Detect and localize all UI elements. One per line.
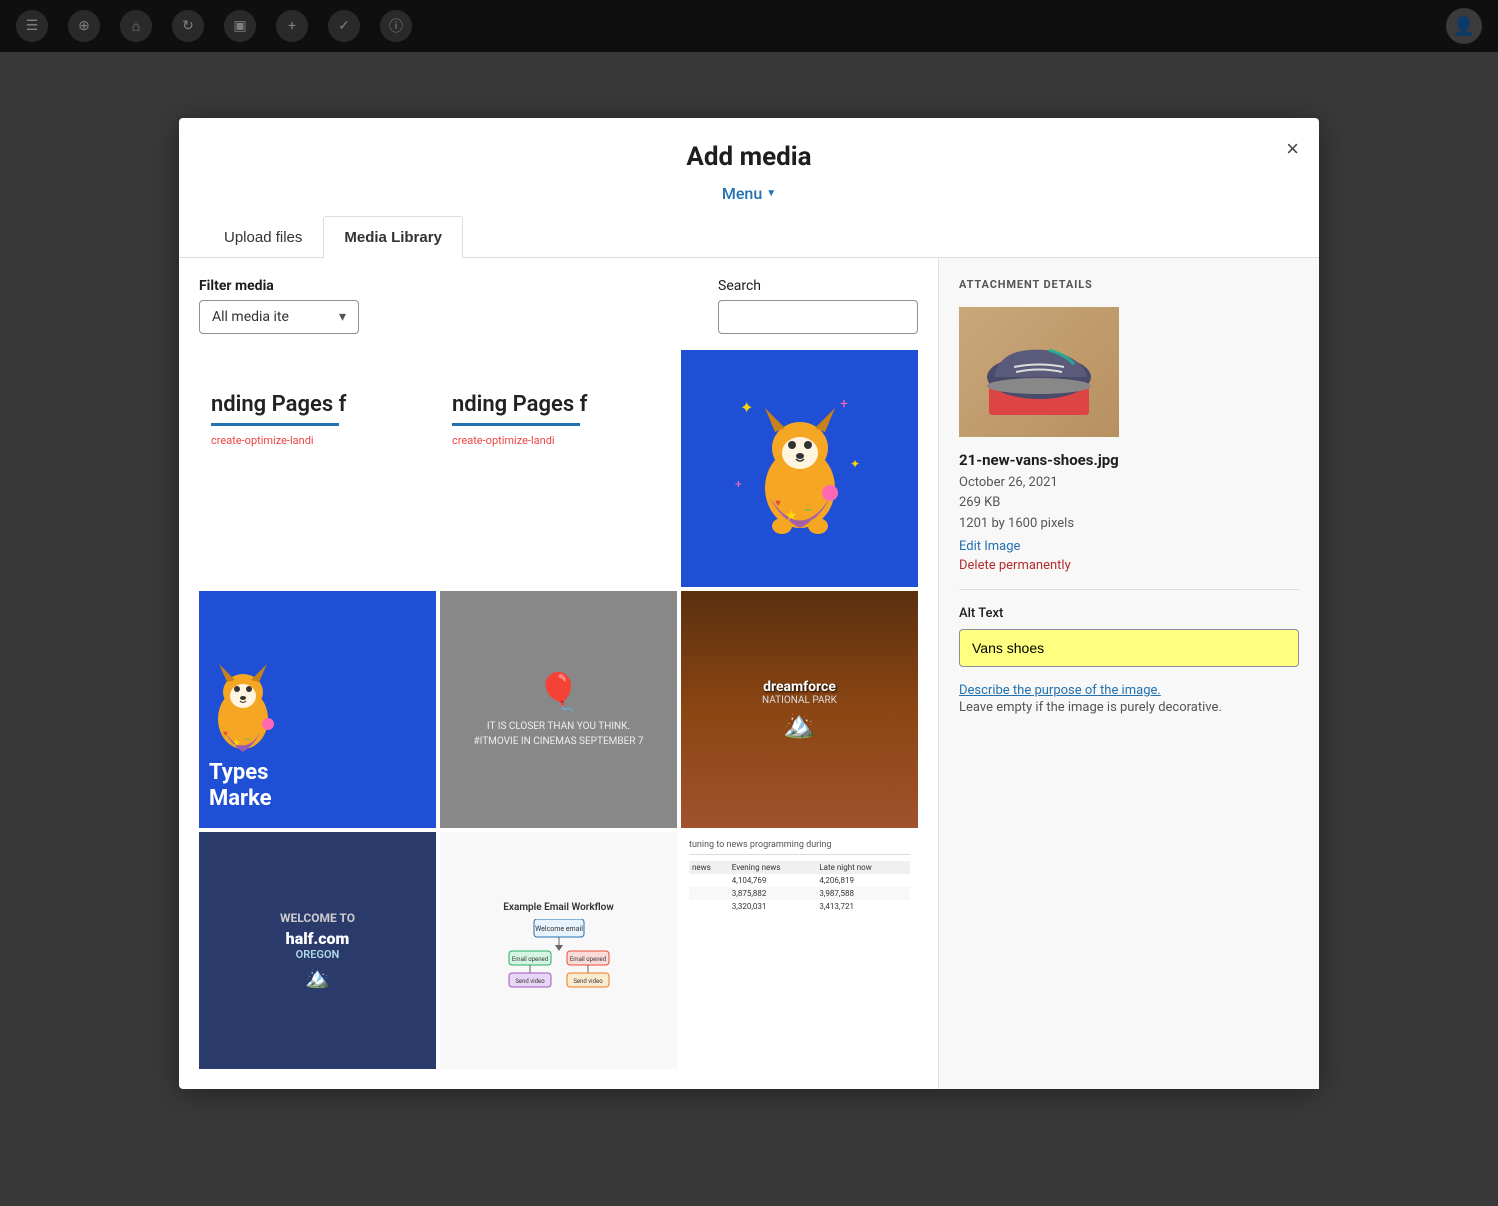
list-item[interactable]: ✦ + ✦ + (681, 350, 918, 587)
attachment-filename: 21-new-vans-shoes.jpg (959, 451, 1299, 469)
svg-text:✦: ✦ (850, 457, 860, 471)
list-item[interactable]: nding Pages f create-optimize-landi (199, 350, 436, 587)
delete-permanently-link[interactable]: Delete permanently (959, 558, 1299, 573)
svg-text:+: + (840, 396, 848, 412)
attachment-dimensions: 1201 by 1600 pixels (959, 514, 1299, 535)
filter-row: Filter media All media ite ▾ Search (199, 278, 918, 334)
filter-label: Filter media (199, 278, 359, 294)
modal-body: Filter media All media ite ▾ Search (179, 258, 1319, 1089)
decorative-description: Leave empty if the image is purely decor… (959, 698, 1299, 718)
alt-text-label: Alt Text (959, 606, 1299, 621)
chevron-down-icon: ▼ (766, 188, 776, 199)
modal-overlay: Add media × Menu ▼ Upload files Media Li… (0, 0, 1498, 1206)
svg-text:Send video: Send video (573, 978, 603, 985)
add-media-modal: Add media × Menu ▼ Upload files Media Li… (179, 118, 1319, 1089)
list-item[interactable]: 🎈 IT IS CLOSER THAN YOU THINK. #ITMOVIE … (440, 591, 677, 828)
svg-text:Welcome email: Welcome email (535, 925, 583, 933)
search-group: Search (718, 278, 918, 334)
tab-media-library[interactable]: Media Library (323, 216, 463, 258)
svg-text:♥: ♥ (775, 498, 781, 509)
modal-title: Add media (686, 142, 811, 172)
attachment-thumbnail (959, 307, 1119, 437)
search-label: Search (718, 278, 918, 294)
close-button[interactable]: × (1286, 138, 1299, 160)
list-item[interactable]: tuning to news programming during news E… (681, 832, 918, 1069)
tab-upload[interactable]: Upload files (203, 216, 323, 258)
media-section: Filter media All media ite ▾ Search (179, 258, 939, 1089)
attachment-date: October 26, 2021 (959, 473, 1299, 494)
menu-link[interactable]: Menu ▼ (722, 184, 776, 203)
svg-text:+: + (735, 477, 742, 491)
list-item[interactable]: ★ ♥ ~ TypesMarke (199, 591, 436, 828)
describe-purpose-link[interactable]: Describe the purpose of the image. (959, 683, 1161, 698)
modal-menu: Menu ▼ (179, 172, 1319, 215)
edit-image-link[interactable]: Edit Image (959, 539, 1299, 554)
media-type-select[interactable]: All media ite ▾ (199, 300, 359, 334)
attachment-sidebar: ATTACHMENT DETAILS (939, 258, 1319, 1089)
attachment-details-header: ATTACHMENT DETAILS (959, 278, 1299, 291)
search-input[interactable] (718, 300, 918, 334)
svg-text:~: ~ (805, 505, 812, 516)
svg-text:Send video: Send video (515, 978, 545, 985)
list-item[interactable]: WELCOME TO half.com OREGON 🏔️ (199, 832, 436, 1069)
svg-text:★: ★ (232, 738, 241, 749)
svg-text:Email opened: Email opened (569, 956, 605, 963)
svg-text:Email opened: Email opened (511, 956, 547, 963)
svg-text:♥: ♥ (223, 729, 228, 738)
divider (959, 589, 1299, 590)
svg-text:✦: ✦ (740, 398, 753, 417)
list-item[interactable]: dreamforce NATIONAL PARK 🏔️ (681, 591, 918, 828)
alt-text-input[interactable] (959, 629, 1299, 667)
svg-text:~: ~ (245, 735, 250, 744)
modal-tabs: Upload files Media Library (179, 215, 1319, 258)
attachment-filesize: 269 KB (959, 493, 1299, 514)
modal-header: Add media × (179, 118, 1319, 172)
list-item[interactable]: Example Email Workflow Welcome email (440, 832, 677, 1069)
list-item[interactable]: nding Pages f create-optimize-landi (440, 350, 677, 587)
chevron-down-icon: ▾ (339, 309, 346, 325)
filter-group: Filter media All media ite ▾ (199, 278, 359, 334)
media-grid: nding Pages f create-optimize-landi ndin… (199, 350, 918, 1069)
